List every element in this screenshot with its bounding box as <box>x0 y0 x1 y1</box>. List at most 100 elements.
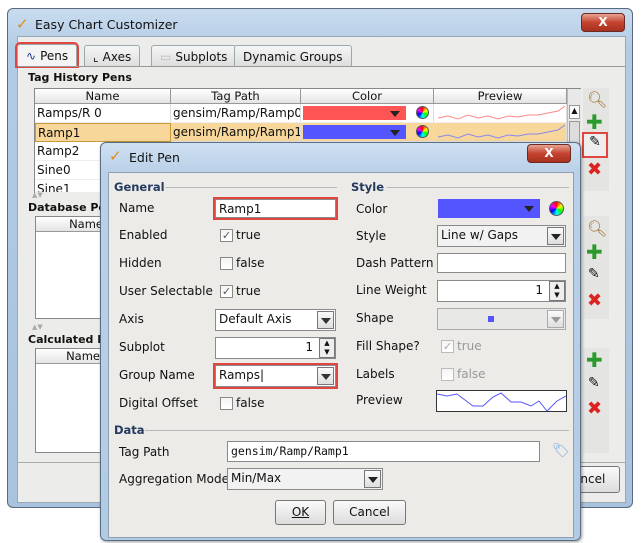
style-label: Style <box>356 229 387 243</box>
labels-label: Labels <box>356 367 395 381</box>
dialog-body: General Style Name Ramp1 Enabled ✓ true … <box>108 172 574 538</box>
line-weight-label: Line Weight <box>356 283 427 297</box>
subplot-label: Subplot <box>119 340 165 354</box>
axes-icon: ⌞ <box>93 49 99 64</box>
subplot-spinner[interactable]: 1 <box>215 337 336 359</box>
digital-offset-value: false <box>236 396 265 410</box>
fill-shape-label: Fill Shape? <box>356 339 420 353</box>
move-up-down-arrows[interactable]: ▲▼ <box>32 323 43 331</box>
tab-axes[interactable]: ⌞ Axes <box>84 45 141 67</box>
search-icon[interactable]: 🔍︎ <box>587 90 607 109</box>
user-selectable-checkbox[interactable]: ✓ <box>220 285 233 298</box>
aggregation-mode-select[interactable]: Min/Max <box>227 468 383 490</box>
color-wheel-icon[interactable] <box>416 125 429 138</box>
name-label: Name <box>119 201 155 215</box>
user-selectable-label: User Selectable <box>119 284 213 298</box>
user-selectable-value: true <box>236 284 261 298</box>
chevron-down-icon[interactable] <box>317 367 334 385</box>
dialog-title: Edit Pen <box>129 150 180 165</box>
col-name[interactable]: Name <box>36 217 104 232</box>
general-section-label: General <box>114 180 165 194</box>
data-section-label: Data <box>114 423 145 437</box>
enabled-value: true <box>236 228 261 242</box>
ok-button[interactable]: OK <box>275 500 326 525</box>
dash-pattern-input[interactable] <box>437 253 566 273</box>
move-up-down-arrows[interactable]: ▲▼ <box>32 191 43 199</box>
add-icon[interactable]: ✚ <box>586 240 603 264</box>
group-name-combo[interactable]: Ramps| <box>213 363 338 389</box>
tab-dynamic-groups[interactable]: Dynamic Groups <box>234 45 352 67</box>
enabled-label: Enabled <box>119 228 168 242</box>
tag-path-input[interactable]: gensim/Ramp/Ramp1 <box>227 441 540 462</box>
hidden-label: Hidden <box>119 256 162 270</box>
pen-line-icon: ∿ <box>26 48 37 63</box>
tag-path-label: Tag Path <box>119 445 170 459</box>
chevron-down-icon[interactable] <box>547 310 564 328</box>
chevron-down-icon[interactable] <box>317 311 334 329</box>
edit-icon[interactable]: ✎ <box>582 132 608 158</box>
color-select[interactable] <box>438 199 540 218</box>
shape-label: Shape <box>356 311 394 325</box>
enabled-checkbox[interactable]: ✓ <box>220 229 233 242</box>
square-shape-icon <box>488 316 494 322</box>
subplots-icon: ▭ <box>160 49 172 64</box>
add-icon[interactable]: ✚ <box>586 348 603 372</box>
tab-pens[interactable]: ∿ Pens <box>14 42 80 68</box>
search-icon[interactable]: 🔍︎ <box>587 219 607 238</box>
tag-history-pens-label: Tag History Pens <box>28 71 132 84</box>
chevron-down-icon[interactable] <box>547 227 564 245</box>
col-tag-path[interactable]: Tag Path <box>171 89 301 104</box>
tag-browse-icon[interactable]: 🏷︎ <box>552 443 570 459</box>
col-color[interactable]: Color <box>301 89 434 104</box>
labels-value: false <box>457 367 486 381</box>
add-icon[interactable]: ✚ <box>586 110 603 134</box>
digital-offset-checkbox[interactable] <box>220 397 233 410</box>
fill-shape-value: true <box>457 339 482 353</box>
table-row-color[interactable] <box>301 104 434 123</box>
name-input[interactable]: Ramp1 <box>213 197 338 220</box>
database-pens-table: Name <box>35 216 105 319</box>
group-name-label: Group Name <box>119 368 195 382</box>
col-name[interactable]: Name <box>36 349 104 364</box>
hidden-value: false <box>236 256 265 270</box>
table-row-preview <box>434 104 567 123</box>
labels-checkbox[interactable] <box>441 368 454 381</box>
col-name[interactable]: Name <box>35 89 171 104</box>
line-weight-spinner[interactable]: 1 <box>437 280 566 302</box>
scroll-up-arrow[interactable]: ▲ <box>569 105 580 119</box>
col-preview[interactable]: Preview <box>434 89 567 104</box>
style-section-label: Style <box>351 180 385 194</box>
table-row-name[interactable]: Ramps/R 0 <box>35 104 171 123</box>
axis-label: Axis <box>119 312 144 326</box>
hidden-checkbox[interactable] <box>220 257 233 270</box>
edit-icon[interactable]: ✎ <box>588 266 600 282</box>
spinner-arrows[interactable]: ▲ ▼ <box>549 281 565 301</box>
close-button[interactable]: X <box>581 13 625 32</box>
chevron-down-icon[interactable] <box>364 470 381 488</box>
calculated-pens-table: Name <box>35 348 105 453</box>
edit-icon[interactable]: ✎ <box>588 375 600 391</box>
delete-icon[interactable]: ✖ <box>587 159 602 180</box>
table-row-color[interactable] <box>301 123 434 142</box>
spinner-arrows[interactable]: ▲ ▼ <box>319 338 335 358</box>
color-wheel-icon[interactable] <box>416 106 429 119</box>
delete-icon[interactable]: ✖ <box>587 398 602 419</box>
close-button[interactable]: X <box>527 144 571 163</box>
pen-preview <box>436 390 567 412</box>
delete-icon[interactable]: ✖ <box>587 290 602 311</box>
shape-select[interactable] <box>437 308 566 330</box>
tab-subplots[interactable]: ▭ Subplots <box>151 45 237 67</box>
table-row-path[interactable]: gensim/Ramp/Ramp1 <box>171 123 301 142</box>
axis-select[interactable]: Default Axis <box>215 309 336 331</box>
table-row-path[interactable]: gensim/Ramp/Ramp0 <box>171 104 301 123</box>
fill-shape-checkbox[interactable]: ✓ <box>441 340 454 353</box>
aggregation-mode-label: Aggregation Mode <box>119 472 229 486</box>
table-row-name[interactable]: Ramp1 <box>35 123 171 142</box>
edit-pen-dialog: ✓ Edit Pen X General Style Name Ramp1 En… <box>100 142 581 541</box>
style-select[interactable]: Line w/ Gaps <box>437 225 566 247</box>
table-row-preview <box>434 123 567 142</box>
preview-label: Preview <box>356 393 403 407</box>
cancel-button[interactable]: Cancel <box>333 500 406 525</box>
digital-offset-label: Digital Offset <box>119 396 198 410</box>
color-wheel-icon[interactable] <box>549 201 564 216</box>
